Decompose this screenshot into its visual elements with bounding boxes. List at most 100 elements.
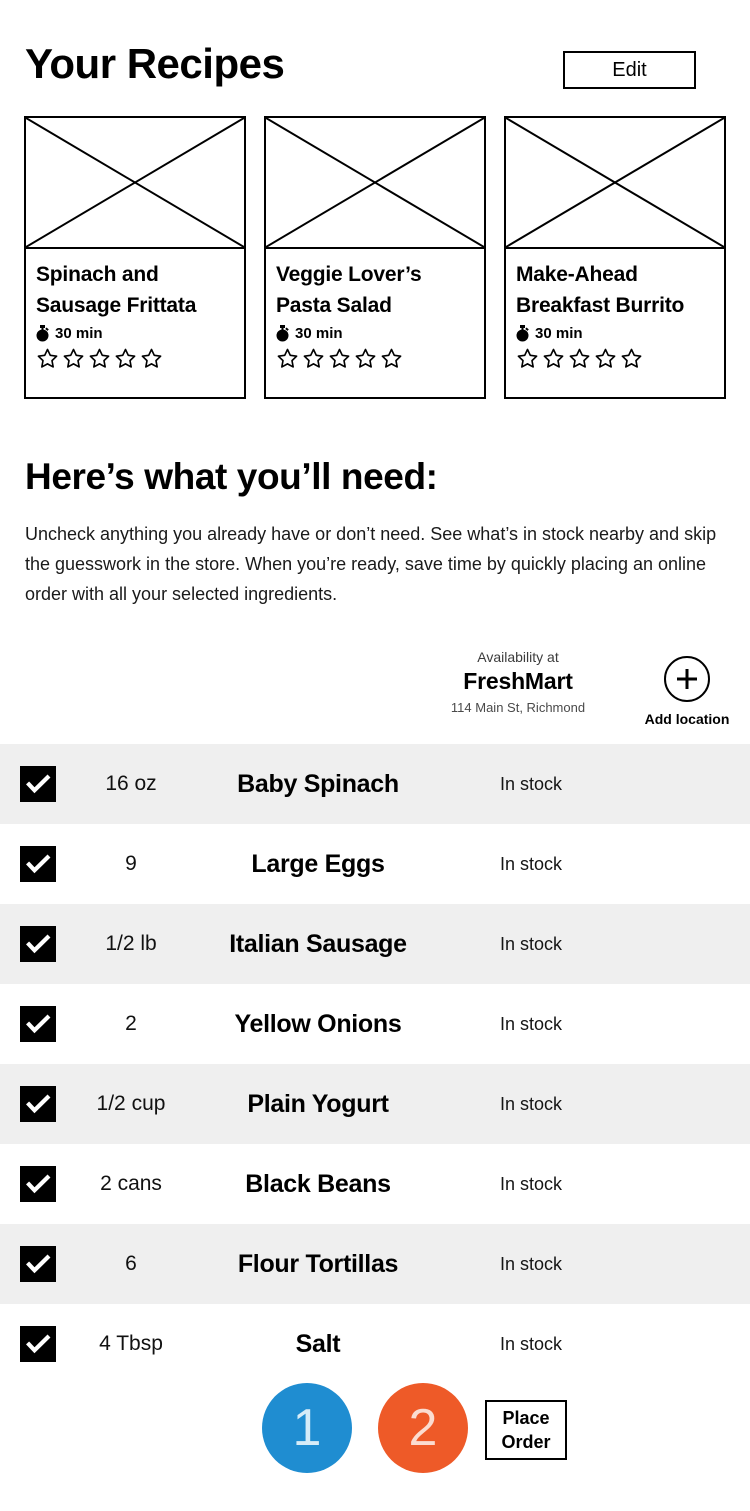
recipe-title: Make-Ahead Breakfast Burrito bbox=[516, 263, 685, 317]
ingredient-checkbox[interactable] bbox=[20, 1246, 56, 1282]
recipes-shopping-page: Your Recipes Edit Spinach and Sausage Fr… bbox=[0, 0, 750, 1511]
step-2-badge[interactable]: 2 bbox=[378, 1383, 468, 1473]
star-icon[interactable] bbox=[620, 347, 643, 370]
recipe-card-body: Veggie Lover’s Pasta Salad 30 min bbox=[266, 249, 484, 397]
star-icon[interactable] bbox=[380, 347, 403, 370]
ingredient-name: Yellow Onions bbox=[234, 1010, 402, 1038]
ingredient-stock-status: In stock bbox=[500, 854, 563, 874]
add-location-label: Add location bbox=[644, 711, 730, 727]
needs-section: Here’s what you’ll need: Uncheck anythin… bbox=[25, 455, 725, 609]
ingredient-quantity: 2 cans bbox=[100, 1172, 162, 1195]
recipe-card-list: Spinach and Sausage Frittata 30 min Vegg… bbox=[24, 116, 726, 399]
ingredient-name: Baby Spinach bbox=[237, 770, 399, 798]
ingredient-stock-status: In stock bbox=[500, 1174, 563, 1194]
star-icon[interactable] bbox=[594, 347, 617, 370]
ingredient-name: Large Eggs bbox=[251, 850, 385, 878]
ingredient-quantity: 2 bbox=[125, 1012, 137, 1035]
star-icon[interactable] bbox=[140, 347, 163, 370]
ingredient-checkbox[interactable] bbox=[20, 926, 56, 962]
ingredient-quantity: 1/2 cup bbox=[96, 1092, 166, 1115]
ingredient-stock-status: In stock bbox=[500, 1254, 563, 1274]
ingredient-name: Italian Sausage bbox=[229, 930, 407, 958]
step-indicator-group: 1 2 Place Order bbox=[262, 1383, 592, 1478]
star-icon[interactable] bbox=[328, 347, 351, 370]
store-availability-bar: Availability at FreshMart 114 Main St, R… bbox=[0, 648, 750, 743]
ingredient-quantity: 4 Tbsp bbox=[99, 1332, 163, 1355]
recipe-time-label: 30 min bbox=[295, 325, 343, 342]
recipe-image-placeholder bbox=[506, 118, 724, 249]
recipe-card-body: Spinach and Sausage Frittata 30 min bbox=[26, 249, 244, 397]
needs-heading: Here’s what you’ll need: bbox=[25, 456, 438, 497]
recipe-card[interactable]: Veggie Lover’s Pasta Salad 30 min bbox=[264, 116, 486, 399]
ingredient-checkbox[interactable] bbox=[20, 1326, 56, 1362]
ingredient-checkbox[interactable] bbox=[20, 1086, 56, 1122]
ingredient-stock-status: In stock bbox=[500, 1334, 563, 1354]
ingredient-row[interactable]: 2 cans Black Beans In stock bbox=[0, 1144, 750, 1224]
timer-icon bbox=[36, 325, 49, 342]
ingredient-row[interactable]: 1/2 cup Plain Yogurt In stock bbox=[0, 1064, 750, 1144]
ingredient-name: Black Beans bbox=[245, 1170, 391, 1198]
timer-icon bbox=[276, 325, 289, 342]
recipe-time: 30 min bbox=[276, 325, 474, 342]
star-icon[interactable] bbox=[88, 347, 111, 370]
page-title: Your Recipes bbox=[25, 40, 285, 87]
star-icon[interactable] bbox=[114, 347, 137, 370]
store-name: FreshMart bbox=[463, 668, 573, 694]
ingredient-row[interactable]: 2 Yellow Onions In stock bbox=[0, 984, 750, 1064]
star-icon[interactable] bbox=[276, 347, 299, 370]
ingredient-checkbox[interactable] bbox=[20, 1166, 56, 1202]
recipe-rating[interactable] bbox=[276, 347, 474, 370]
ingredient-row[interactable]: 16 oz Baby Spinach In stock bbox=[0, 744, 750, 824]
recipe-card[interactable]: Make-Ahead Breakfast Burrito 30 min bbox=[504, 116, 726, 399]
ingredient-checkbox[interactable] bbox=[20, 766, 56, 802]
ingredient-row[interactable]: 6 Flour Tortillas In stock bbox=[0, 1224, 750, 1304]
recipe-time-label: 30 min bbox=[535, 325, 583, 342]
ingredient-quantity: 9 bbox=[125, 852, 137, 875]
ingredient-stock-status: In stock bbox=[500, 1014, 563, 1034]
add-location-button[interactable]: Add location bbox=[637, 656, 737, 727]
timer-icon bbox=[516, 325, 529, 342]
plus-circle-icon[interactable] bbox=[664, 656, 710, 702]
ingredient-row[interactable]: 4 Tbsp Salt In stock bbox=[0, 1304, 750, 1384]
ingredient-name: Salt bbox=[295, 1330, 341, 1358]
ingredient-quantity: 1/2 lb bbox=[105, 932, 157, 955]
page-header: Your Recipes Edit bbox=[0, 0, 750, 108]
recipe-title: Veggie Lover’s Pasta Salad bbox=[276, 263, 422, 317]
place-order-line-2: Order bbox=[501, 1432, 551, 1452]
step-1-badge[interactable]: 1 bbox=[262, 1383, 352, 1473]
ingredient-stock-status: In stock bbox=[500, 934, 563, 954]
star-icon[interactable] bbox=[354, 347, 377, 370]
recipe-time: 30 min bbox=[516, 325, 714, 342]
star-icon[interactable] bbox=[302, 347, 325, 370]
place-order-line-1: Place bbox=[502, 1408, 550, 1428]
star-icon[interactable] bbox=[516, 347, 539, 370]
recipe-time-label: 30 min bbox=[55, 325, 103, 342]
recipe-time: 30 min bbox=[36, 325, 234, 342]
recipe-image-placeholder bbox=[26, 118, 244, 249]
ingredient-name: Plain Yogurt bbox=[247, 1090, 389, 1118]
availability-label: Availability at bbox=[477, 649, 559, 665]
star-icon[interactable] bbox=[542, 347, 565, 370]
recipe-rating[interactable] bbox=[516, 347, 714, 370]
recipe-card-body: Make-Ahead Breakfast Burrito 30 min bbox=[506, 249, 724, 397]
recipe-card[interactable]: Spinach and Sausage Frittata 30 min bbox=[24, 116, 246, 399]
ingredient-checkbox[interactable] bbox=[20, 846, 56, 882]
recipe-rating[interactable] bbox=[36, 347, 234, 370]
store-info[interactable]: Availability at FreshMart 114 Main St, R… bbox=[408, 648, 628, 718]
ingredient-stock-status: In stock bbox=[500, 774, 563, 794]
place-order-button[interactable]: Place Order bbox=[485, 1400, 567, 1460]
ingredient-stock-status: In stock bbox=[500, 1094, 563, 1114]
store-address: 114 Main St, Richmond bbox=[450, 700, 586, 715]
ingredient-checkbox[interactable] bbox=[20, 1006, 56, 1042]
edit-button[interactable]: Edit bbox=[563, 51, 696, 89]
star-icon[interactable] bbox=[62, 347, 85, 370]
recipe-image-placeholder bbox=[266, 118, 484, 249]
ingredient-row[interactable]: 9 Large Eggs In stock bbox=[0, 824, 750, 904]
ingredient-name: Flour Tortillas bbox=[237, 1250, 399, 1278]
ingredient-list: 16 oz Baby Spinach In stock 9 Large Eggs… bbox=[0, 744, 750, 1384]
needs-description: Uncheck anything you already have or don… bbox=[25, 524, 717, 604]
star-icon[interactable] bbox=[36, 347, 59, 370]
ingredient-row[interactable]: 1/2 lb Italian Sausage In stock bbox=[0, 904, 750, 984]
star-icon[interactable] bbox=[568, 347, 591, 370]
ingredient-quantity: 16 oz bbox=[105, 772, 157, 795]
